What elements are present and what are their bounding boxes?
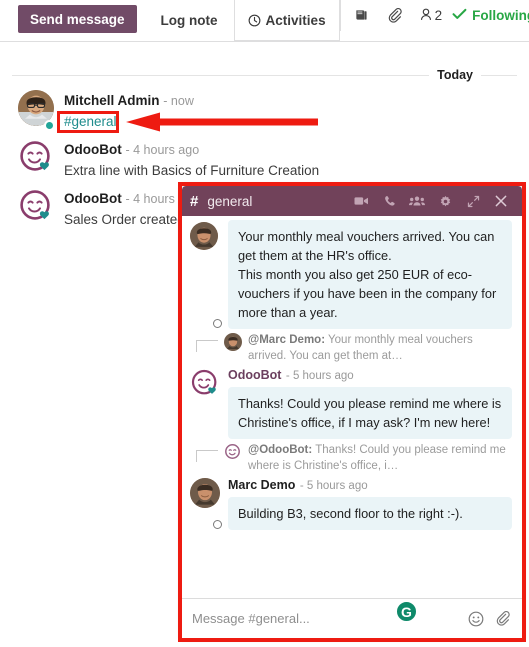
avatar-odoobot [190, 368, 220, 398]
activities-tab[interactable]: Activities [233, 0, 340, 41]
avatar-photo-marc [190, 222, 218, 250]
reply-preview-text: @Marc Demo: Your monthly meal vouchers a… [248, 332, 512, 364]
annotation-arrow [126, 112, 318, 132]
online-status-dot [44, 120, 55, 131]
check-icon [452, 8, 467, 23]
avatar-odoobot [18, 188, 54, 224]
chat-message-thread[interactable]: Your monthly meal vouchers arrived. You … [182, 216, 522, 598]
chatter-message-body: OdooBot - 4 hours ago Extra line with Ba… [64, 139, 529, 180]
reply-connector-line [190, 332, 220, 352]
person-icon [419, 7, 433, 25]
avatar-photo-marc [190, 478, 220, 508]
log-note-tab[interactable]: Log note [145, 0, 234, 41]
chat-message-header: OdooBot - 5 hours ago [228, 366, 512, 384]
expand-icon[interactable] [460, 189, 486, 213]
following-button[interactable]: Following [452, 8, 529, 23]
following-label: Following [472, 8, 529, 23]
offline-status-dot [213, 520, 222, 529]
avatar[interactable] [18, 90, 55, 131]
clock-icon [248, 14, 261, 27]
reply-preview-author: @Marc Demo: [248, 334, 326, 346]
chatter-toolbar: Send message Log note Activities 2 Follo… [0, 0, 529, 41]
screenshot-root: Send message Log note Activities 2 Follo… [0, 0, 529, 647]
message-timestamp: - 4 hours ago [125, 143, 200, 157]
chat-message-content: Marc Demo - 5 hours ago Building B3, sec… [228, 476, 512, 530]
video-camera-icon[interactable] [348, 189, 374, 213]
reply-preview-author: @OdooBot: [248, 444, 313, 456]
reply-preview-text: @OdooBot: Thanks! Could you please remin… [248, 442, 512, 474]
avatar[interactable] [18, 188, 54, 229]
avatar[interactable] [190, 476, 222, 530]
chat-reply-preview[interactable]: @OdooBot: Thanks! Could you please remin… [190, 442, 512, 474]
toolbar-divider [0, 41, 529, 42]
message-author: OdooBot [64, 191, 122, 206]
chat-message-timestamp: - 5 hours ago [285, 370, 354, 382]
chat-message-header: Marc Demo - 5 hours ago [228, 476, 512, 494]
avatar[interactable] [18, 139, 54, 180]
chat-reply-preview[interactable]: @Marc Demo: Your monthly meal vouchers a… [190, 332, 512, 364]
chatter-message-header: Mitchell Admin - now [64, 92, 529, 110]
message-author: OdooBot [64, 142, 122, 157]
divider-line-left [12, 74, 430, 76]
followers-count-label: 2 [434, 8, 443, 23]
chat-message-content: OdooBot - 5 hours ago Thanks! Could you … [228, 366, 512, 439]
paperclip-icon[interactable] [496, 610, 512, 627]
close-icon[interactable] [488, 189, 514, 213]
chat-message: Marc Demo - 5 hours ago Building B3, sec… [190, 476, 512, 530]
message-input[interactable] [192, 611, 460, 626]
avatar[interactable] [190, 220, 222, 329]
smiley-icon[interactable] [468, 611, 484, 627]
grammarly-icon[interactable]: G [395, 600, 418, 623]
phone-icon[interactable] [376, 189, 402, 213]
chat-message-timestamp: - 5 hours ago [299, 480, 368, 492]
chat-composer[interactable]: G [182, 598, 522, 638]
send-message-tab[interactable]: Send message [18, 5, 137, 33]
chat-window-title: general [207, 193, 253, 209]
chatter-toolbar-actions: 2 Following [339, 0, 529, 31]
chat-message-bubble: Your monthly meal vouchers arrived. You … [228, 220, 512, 329]
gear-icon[interactable] [432, 189, 458, 213]
message-timestamp: - now [163, 94, 194, 108]
message-text: Extra line with Basics of Furniture Crea… [64, 163, 320, 178]
paperclip-icon[interactable] [379, 3, 413, 29]
chat-message: OdooBot - 5 hours ago Thanks! Could you … [190, 366, 512, 439]
composer-actions [468, 610, 512, 627]
message-author: Mitchell Admin [64, 93, 160, 108]
divider-line-right [481, 74, 517, 76]
day-divider-label: Today [437, 68, 473, 82]
chatter-message: OdooBot - 4 hours ago Extra line with Ba… [0, 137, 529, 186]
discuss-chat-window[interactable]: # general Your monthly meal vouchers arr… [182, 186, 522, 638]
avatar-odoobot-small [224, 443, 242, 466]
avatar-odoobot [18, 139, 54, 175]
offline-status-dot [213, 319, 222, 328]
day-divider: Today [12, 66, 517, 84]
group-people-icon[interactable] [404, 189, 430, 213]
chat-message-bubble: Building B3, second floor to the right :… [228, 497, 512, 530]
chatter-tabs: Send message Log note Activities [0, 0, 340, 41]
book-icon[interactable] [345, 3, 379, 29]
channel-link-general[interactable]: #general [64, 114, 117, 129]
chat-window-header[interactable]: # general [182, 186, 522, 216]
chat-message: Your monthly meal vouchers arrived. You … [190, 220, 512, 329]
followers-button[interactable]: 2 [419, 7, 443, 25]
chat-message-author: Marc Demo [228, 478, 296, 492]
avatar[interactable] [190, 366, 220, 439]
chat-message-author: OdooBot [228, 368, 282, 382]
chat-message-bubble: Thanks! Could you please remind me where… [228, 387, 512, 439]
activities-tab-label: Activities [265, 12, 326, 28]
chat-message-content: Your monthly meal vouchers arrived. You … [228, 220, 512, 329]
reply-connector-line [190, 442, 220, 462]
avatar-photo-marc-small [224, 333, 242, 356]
hash-icon: # [190, 192, 199, 210]
chatter-message-header: OdooBot - 4 hours ago [64, 141, 529, 159]
chat-window-actions [348, 189, 514, 213]
